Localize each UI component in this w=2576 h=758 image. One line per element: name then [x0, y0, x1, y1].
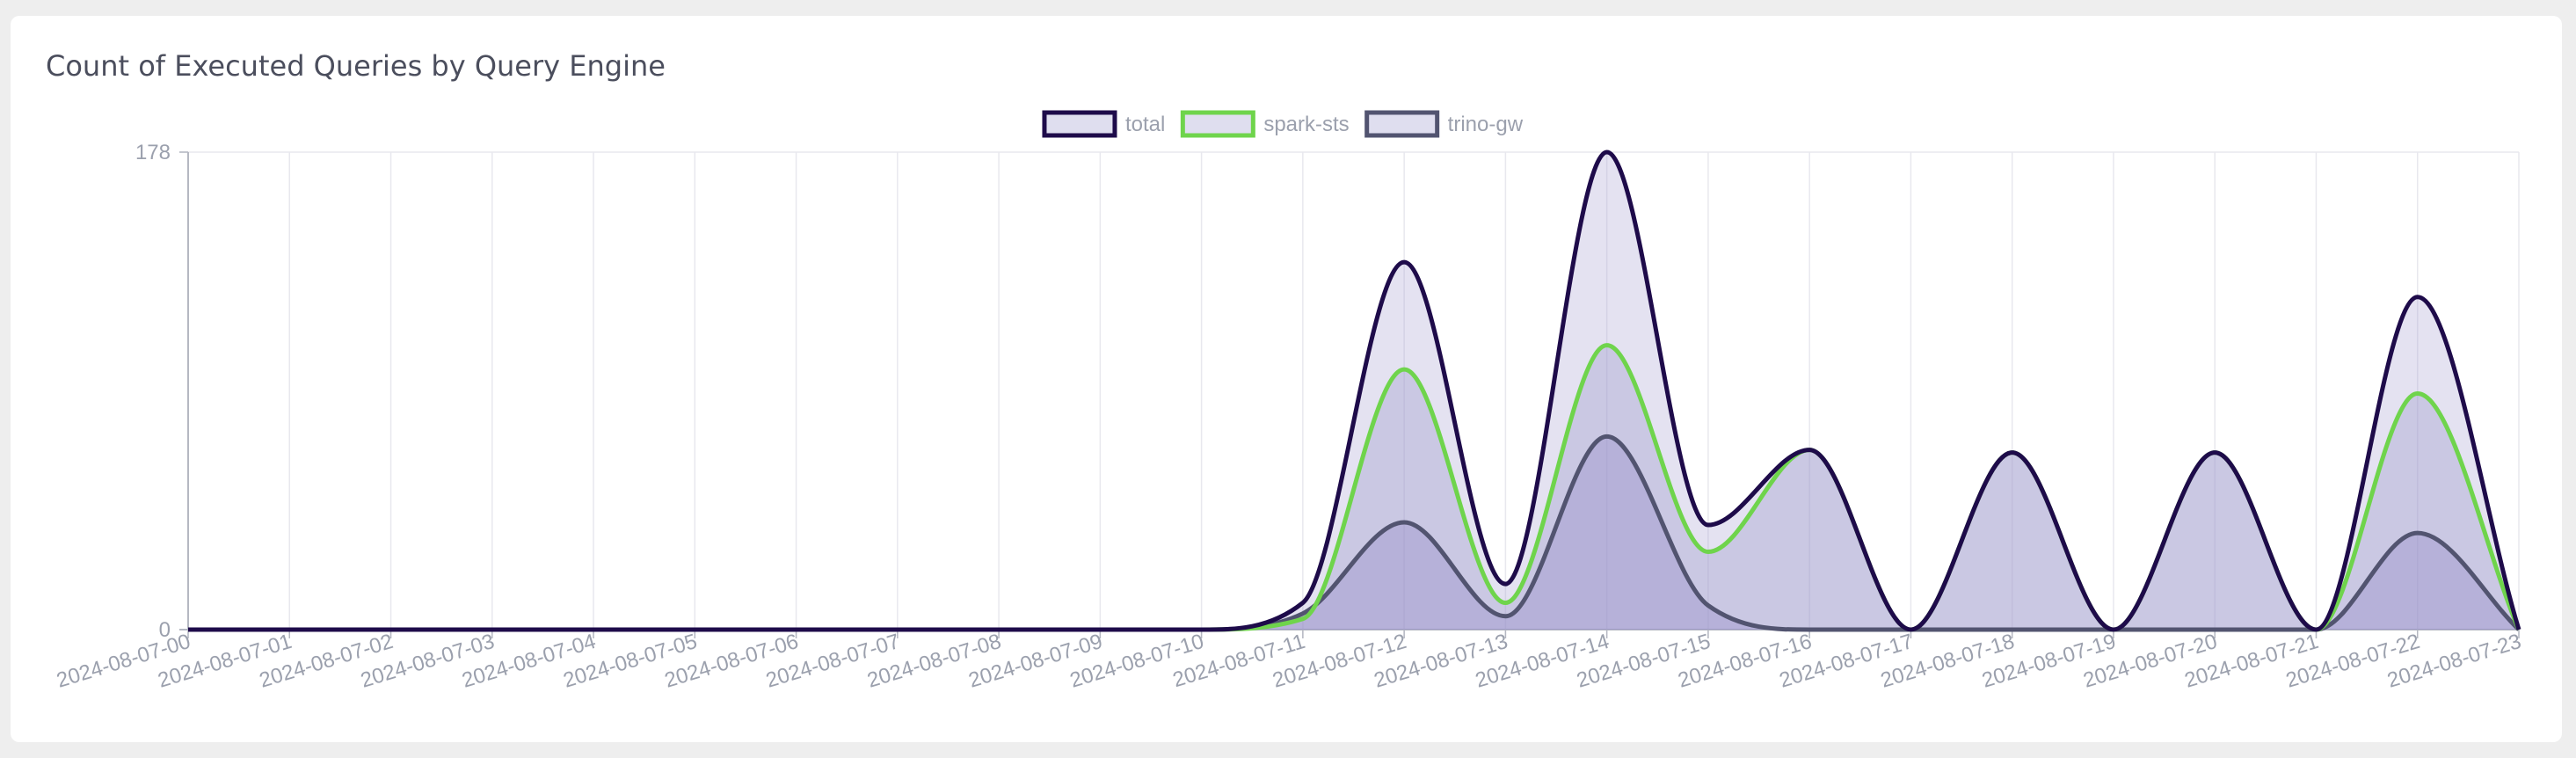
legend: total spark-sts trino-gw — [1042, 110, 1524, 138]
legend-swatch-spark-sts — [1180, 110, 1255, 138]
legend-label-spark-sts: spark-sts — [1263, 113, 1349, 136]
y-axis-tick-labels: 0 178 — [135, 141, 171, 642]
legend-label-trino-gw: trino-gw — [1448, 113, 1524, 136]
x-axis-tick-labels: 2024-08-07-002024-08-07-012024-08-07-022… — [54, 630, 2523, 693]
legend-swatch-trino-gw — [1364, 110, 1440, 138]
series-areas — [188, 152, 2519, 630]
query-count-chart: 2024-08-07-002024-08-07-012024-08-07-022… — [54, 110, 2524, 693]
legend-swatch-total — [1042, 110, 1117, 138]
y-tick-label: 178 — [135, 141, 171, 164]
legend-label-total: total — [1125, 113, 1165, 136]
y-tick-label: 0 — [159, 618, 171, 642]
